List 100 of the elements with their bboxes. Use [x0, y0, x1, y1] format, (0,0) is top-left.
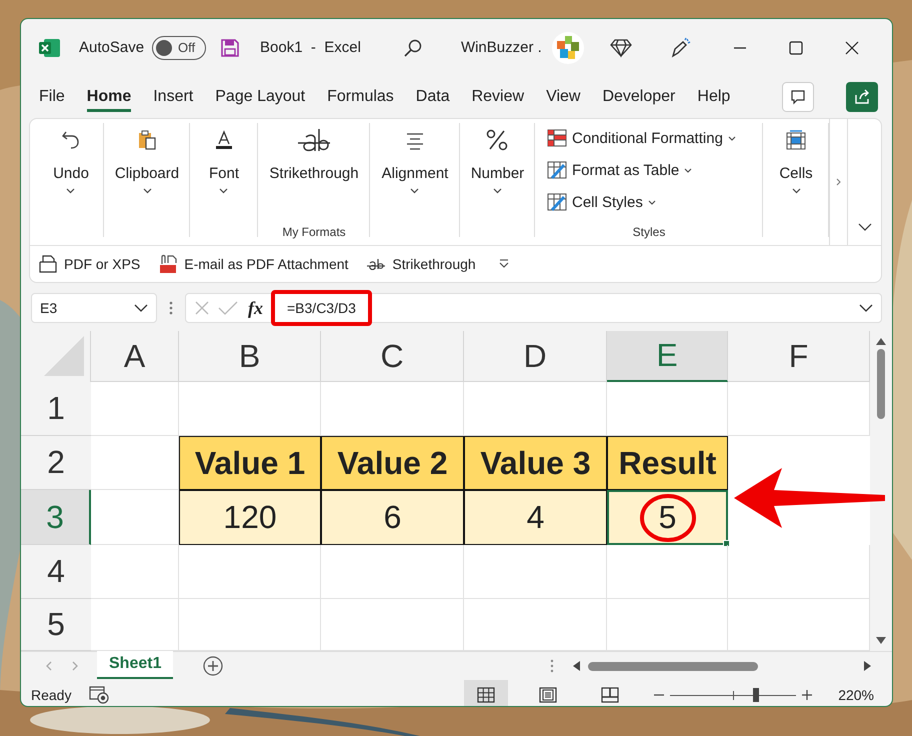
ribbon-button[interactable]: Font	[208, 125, 239, 194]
avatar-icon[interactable]	[552, 32, 584, 64]
table-header-cell: Result	[607, 436, 728, 490]
macro-record-icon[interactable]	[89, 686, 110, 704]
menu-tab[interactable]: Formulas	[327, 82, 394, 112]
name-box[interactable]: E3	[31, 293, 157, 323]
close-icon[interactable]	[844, 40, 860, 56]
zoom-slider[interactable]	[670, 688, 796, 702]
column-header[interactable]: B	[179, 331, 321, 382]
diamond-icon[interactable]	[610, 38, 632, 58]
drag-handle-icon[interactable]	[550, 659, 554, 673]
menu-tab[interactable]: Developer	[602, 82, 676, 112]
next-sheet-icon[interactable]	[71, 661, 79, 671]
ribbon-button[interactable]: Undo	[53, 125, 89, 194]
autosave-label: AutoSave	[79, 39, 144, 56]
chevron-down-icon[interactable]	[858, 223, 872, 231]
ribbon-button[interactable]: Cells	[779, 125, 813, 194]
column-header[interactable]: A	[91, 331, 179, 382]
table-brush-icon	[547, 193, 567, 211]
formula-field[interactable]: fx =B3/C3/D3	[185, 293, 882, 323]
pdf-attachment-icon	[158, 254, 178, 274]
cell-value: 5	[658, 499, 676, 536]
ribbon-button[interactable]: Number	[470, 125, 524, 194]
chevron-down-icon[interactable]	[859, 304, 873, 312]
horizontal-scrollbar[interactable]	[572, 661, 872, 671]
check-icon[interactable]	[218, 300, 238, 316]
quick-access-button[interactable]: E-mail as PDF Attachment	[158, 254, 348, 274]
chevron-down-icon	[728, 136, 736, 140]
menu-tab[interactable]: Review	[472, 82, 524, 112]
grid-cell[interactable]	[607, 545, 728, 599]
ribbon-menu-button[interactable]: Cell Styles	[547, 189, 656, 215]
chevron-right-icon[interactable]	[836, 178, 842, 186]
grid-cell[interactable]	[607, 599, 728, 651]
chevron-down-icon	[142, 188, 152, 194]
chevron-down-icon	[66, 188, 76, 194]
search-icon[interactable]	[402, 38, 423, 58]
drag-handle-icon[interactable]	[169, 301, 173, 315]
zoom-level[interactable]: 220%	[838, 686, 874, 702]
pen-sparkle-icon[interactable]	[670, 36, 692, 58]
grid-cell[interactable]	[179, 545, 321, 599]
ribbon-button[interactable]: Alignment	[382, 125, 448, 194]
menu-tab[interactable]: File	[39, 82, 65, 112]
chevron-down-icon	[792, 188, 800, 194]
ribbon-menu-button[interactable]: Format as Table	[547, 157, 692, 183]
save-icon[interactable]	[220, 38, 240, 58]
comment-icon[interactable]	[782, 82, 814, 112]
customize-toolbar-icon[interactable]	[498, 259, 510, 269]
maximize-icon[interactable]	[788, 40, 804, 56]
scroll-thumb[interactable]	[877, 349, 885, 419]
chevron-down-icon	[492, 188, 502, 194]
grid-cell[interactable]	[464, 599, 607, 651]
row-header[interactable]: 4	[21, 545, 91, 599]
scroll-down-icon[interactable]	[876, 637, 886, 645]
menu-tab[interactable]: Page Layout	[215, 82, 306, 112]
chevron-down-icon	[134, 304, 148, 312]
previous-sheet-icon[interactable]	[45, 661, 53, 671]
sheet-tab[interactable]: Sheet1	[97, 651, 174, 679]
add-sheet-icon[interactable]	[203, 656, 224, 676]
grid-cell[interactable]	[91, 545, 179, 599]
autosave-toggle[interactable]: Off	[152, 36, 206, 60]
column-header[interactable]: C	[321, 331, 464, 382]
status-text: Ready	[31, 686, 72, 702]
ribbon-menu-button[interactable]: Conditional Formatting	[547, 125, 736, 151]
quick-access-button[interactable]: PDF or XPS	[38, 254, 140, 274]
row-header[interactable]: 5	[21, 599, 91, 651]
excel-logo-icon	[39, 38, 61, 58]
menu-tab[interactable]: Insert	[153, 82, 194, 112]
ribbon-button[interactable]: Strikethrough	[269, 125, 359, 182]
row-header[interactable]: 1	[21, 382, 91, 436]
ribbon-button[interactable]: Clipboard	[114, 125, 180, 194]
grid-cell[interactable]	[321, 599, 464, 651]
group-label: Styles	[632, 225, 666, 239]
share-icon[interactable]	[846, 82, 878, 112]
scroll-left-icon[interactable]	[572, 661, 580, 671]
zoom-in-icon[interactable]	[802, 690, 812, 700]
grid-cell[interactable]	[179, 599, 321, 651]
cell-value: 120	[223, 499, 277, 536]
chevron-down-icon	[648, 200, 656, 204]
insert-function-button[interactable]: fx	[248, 298, 263, 318]
quick-access-button[interactable]: Strikethrough	[366, 256, 476, 272]
menu-tab[interactable]: Help	[697, 82, 730, 112]
grid-icon	[477, 686, 496, 702]
page-break-icon	[601, 686, 620, 702]
table-brush-icon	[547, 161, 567, 179]
grid-cell[interactable]	[321, 545, 464, 599]
account-name[interactable]: WinBuzzer .	[460, 39, 542, 56]
scroll-up-icon[interactable]	[876, 337, 886, 345]
row-header[interactable]: 3	[21, 490, 91, 545]
grid-cell[interactable]	[464, 545, 607, 599]
strikethrough-icon	[366, 257, 386, 271]
view-button[interactable]	[464, 680, 508, 706]
column-header[interactable]: E	[607, 331, 728, 382]
menu-tab[interactable]: View	[546, 82, 580, 112]
grid-cell[interactable]	[91, 382, 179, 436]
scroll-thumb[interactable]	[588, 662, 758, 670]
menu-tab[interactable]: Data	[416, 82, 450, 112]
menu-tab[interactable]: Home	[86, 82, 132, 112]
scroll-right-icon[interactable]	[864, 661, 872, 671]
row-header[interactable]: 2	[21, 436, 91, 490]
cancel-icon[interactable]	[194, 300, 210, 316]
